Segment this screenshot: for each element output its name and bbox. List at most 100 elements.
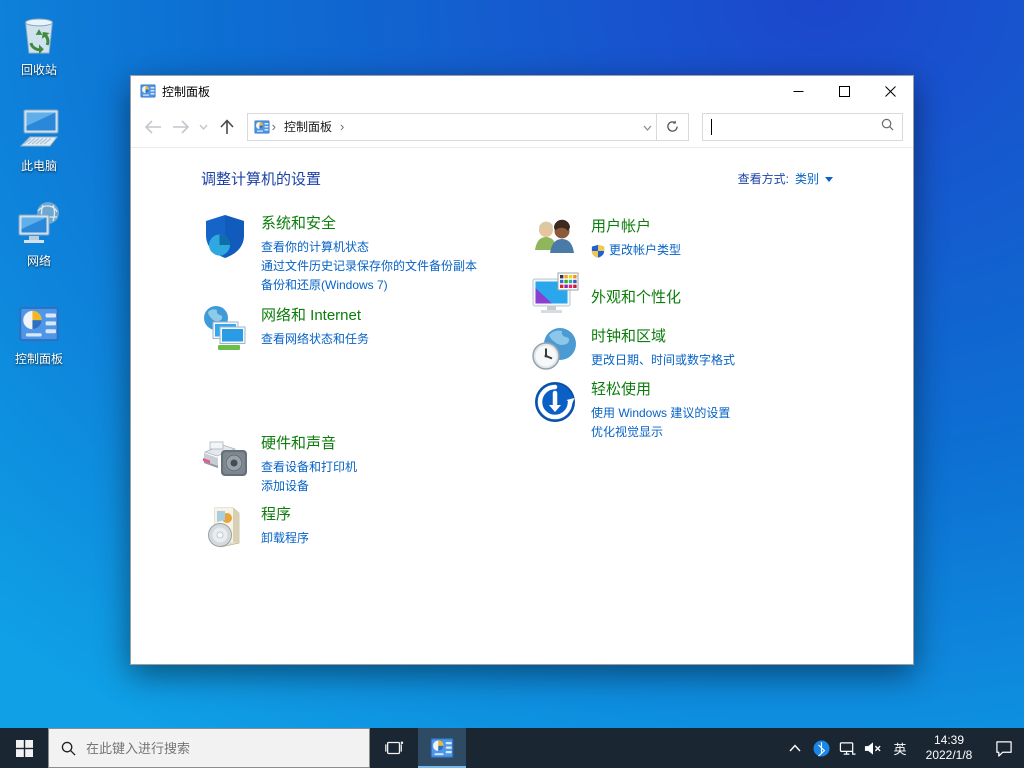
network-internet-icon[interactable] (201, 304, 249, 352)
taskbar-clock[interactable]: 14:39 2022/1/8 (914, 728, 984, 768)
tray-date: 2022/1/8 (926, 748, 973, 763)
desktop-icon-this-pc[interactable]: 此电脑 (2, 104, 76, 174)
navigation-bar: › 控制面板 › (131, 106, 913, 148)
category-title[interactable]: 程序 (261, 503, 309, 524)
category-link[interactable]: 查看你的计算机状态 (261, 238, 477, 257)
address-bar[interactable]: › 控制面板 › (247, 113, 657, 141)
text-cursor (711, 119, 712, 135)
network-status-icon (839, 740, 856, 757)
search-icon (881, 118, 894, 136)
hardware-sound-icon[interactable] (201, 432, 249, 480)
address-dropdown-icon[interactable] (643, 118, 652, 136)
category-network-internet: 网络和 Internet 查看网络状态和任务 (201, 304, 511, 352)
category-clock-region: 时钟和区域 更改日期、时间或数字格式 (531, 325, 841, 373)
tray-show-hidden-icons[interactable] (782, 728, 808, 768)
forward-button[interactable] (167, 113, 195, 141)
this-pc-icon (15, 104, 63, 152)
desktop-icon-label: 网络 (27, 252, 51, 269)
action-center-button[interactable] (984, 728, 1024, 768)
view-by-dropdown[interactable]: 类别 (795, 170, 819, 187)
category-title[interactable]: 系统和安全 (261, 212, 477, 233)
control-panel-icon (430, 736, 454, 760)
desktop-icon-control-panel[interactable]: 控制面板 (2, 303, 76, 367)
taskbar-search-input[interactable] (86, 741, 336, 756)
ease-of-access-icon[interactable] (531, 378, 579, 426)
category-link[interactable]: 优化视觉显示 (591, 423, 730, 442)
recycle-bin-icon (16, 10, 62, 56)
back-button[interactable] (139, 113, 167, 141)
category-programs: 程序 卸载程序 (201, 503, 511, 551)
appearance-personalization-icon[interactable] (531, 270, 579, 318)
category-title[interactable]: 外观和个性化 (591, 270, 681, 307)
window-title: 控制面板 (162, 83, 210, 100)
category-appearance-personalization: 外观和个性化 (531, 270, 841, 318)
category-title[interactable]: 时钟和区域 (591, 325, 735, 346)
category-link[interactable]: 备份和还原(Windows 7) (261, 276, 477, 295)
desktop-icon-label: 控制面板 (15, 350, 63, 367)
uac-shield-icon (591, 244, 605, 258)
up-button[interactable] (213, 113, 241, 141)
search-icon (61, 741, 76, 756)
control-panel-window: 控制面板 › 控制面板 (130, 75, 914, 665)
clock-region-icon[interactable] (531, 325, 579, 373)
control-panel-icon (18, 303, 60, 345)
start-button[interactable] (0, 728, 48, 768)
taskbar: 英 14:39 2022/1/8 (0, 728, 1024, 768)
user-accounts-icon[interactable] (531, 215, 579, 263)
close-button[interactable] (867, 76, 913, 106)
control-panel-content: 调整计算机的设置 查看方式: 类别 系统和安全 查看你的计算机状态 通过文件历史… (131, 148, 913, 664)
chevron-up-icon (789, 744, 801, 752)
desktop-icon-recycle-bin[interactable]: 回收站 (2, 10, 76, 78)
category-link[interactable]: 更改帐户类型 (591, 241, 681, 260)
category-link[interactable]: 通过文件历史记录保存你的文件备份副本 (261, 257, 477, 276)
task-view-icon (384, 738, 404, 758)
category-title[interactable]: 硬件和声音 (261, 432, 357, 453)
tray-bluetooth[interactable] (808, 728, 834, 768)
view-by-label: 查看方式: (738, 170, 789, 187)
tray-time: 14:39 (934, 733, 964, 748)
category-link[interactable]: 添加设备 (261, 477, 357, 496)
desktop-icon-network[interactable]: 网络 (2, 199, 76, 269)
refresh-button[interactable] (657, 113, 689, 141)
action-center-icon (995, 740, 1013, 757)
category-link[interactable]: 查看网络状态和任务 (261, 330, 369, 349)
category-link[interactable]: 使用 Windows 建议的设置 (591, 404, 730, 423)
breadcrumb-chevron-icon[interactable]: › (340, 119, 344, 134)
maximize-button[interactable] (821, 76, 867, 106)
tray-network[interactable] (834, 728, 860, 768)
task-view-button[interactable] (370, 728, 418, 768)
taskbar-search[interactable] (48, 728, 370, 768)
taskbar-control-panel-button[interactable] (418, 728, 466, 768)
category-title[interactable]: 轻松使用 (591, 378, 730, 399)
category-link[interactable]: 更改日期、时间或数字格式 (591, 351, 735, 370)
speaker-mute-icon (864, 741, 882, 756)
desktop-icon-label: 回收站 (21, 61, 57, 78)
tray-language-indicator[interactable]: 英 (886, 728, 914, 768)
title-bar[interactable]: 控制面板 (131, 76, 913, 106)
category-system-security: 系统和安全 查看你的计算机状态 通过文件历史记录保存你的文件备份副本 备份和还原… (201, 212, 511, 295)
category-ease-of-access: 轻松使用 使用 Windows 建议的设置 优化视觉显示 (531, 378, 841, 442)
programs-icon[interactable] (201, 503, 249, 551)
category-link-label: 更改帐户类型 (609, 241, 681, 260)
recent-locations-dropdown[interactable] (195, 113, 213, 141)
minimize-button[interactable] (775, 76, 821, 106)
category-title[interactable]: 用户帐户 (591, 215, 681, 236)
network-icon (15, 199, 63, 247)
breadcrumb-chevron-icon[interactable]: › (272, 119, 276, 134)
desktop-icon-label: 此电脑 (21, 157, 57, 174)
category-title[interactable]: 网络和 Internet (261, 304, 369, 325)
breadcrumb[interactable]: 控制面板 (284, 118, 332, 135)
category-user-accounts: 用户帐户 更改帐户类型 (531, 215, 841, 263)
system-security-icon[interactable] (201, 212, 249, 260)
tray-volume-muted[interactable] (860, 728, 886, 768)
chevron-down-icon[interactable] (825, 177, 833, 182)
windows-logo-icon (16, 740, 33, 757)
page-title: 调整计算机的设置 (201, 168, 321, 189)
category-link[interactable]: 查看设备和打印机 (261, 458, 357, 477)
category-hardware-sound: 硬件和声音 查看设备和打印机 添加设备 (201, 432, 511, 496)
bluetooth-icon (813, 740, 830, 757)
search-input[interactable] (702, 113, 903, 141)
control-panel-icon (140, 83, 156, 99)
category-link[interactable]: 卸载程序 (261, 529, 309, 548)
control-panel-icon (254, 119, 270, 135)
